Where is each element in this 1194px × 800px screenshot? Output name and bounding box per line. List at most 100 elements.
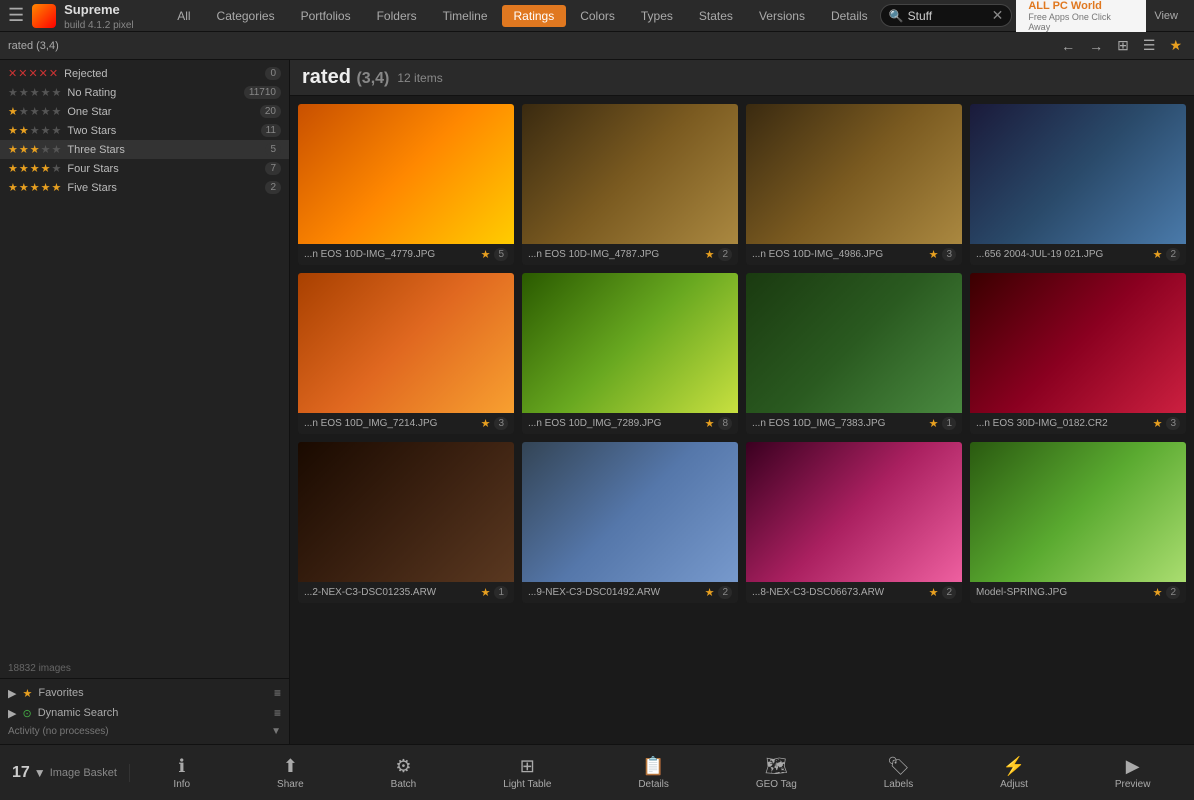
nav-tab-timeline[interactable]: Timeline	[431, 5, 500, 27]
grid-item-3[interactable]: ...656 2004-JUL-19 021.JPG★2	[970, 104, 1186, 265]
grid-item-name-2: ...n EOS 10D-IMG_4986.JPG	[752, 249, 925, 260]
basket-arrow-icon[interactable]: ▼	[34, 766, 46, 780]
forward-icon[interactable]: →	[1085, 36, 1107, 56]
basket-info: 17 ▼ Image Basket	[0, 764, 130, 782]
bottom-bar: 17 ▼ Image Basket ℹInfo ⬆Share ⚙Batch ⊞Ligh…	[0, 744, 1194, 800]
stars-one-star: ★★★★★	[8, 105, 61, 118]
details-icon: 📋	[642, 756, 664, 777]
grid-item-6[interactable]: ...n EOS 10D_IMG_7383.JPG ★1	[746, 273, 962, 434]
batch-icon: ⚙	[395, 756, 411, 777]
grid-item-5[interactable]: ...n EOS 10D_IMG_7289.JPG★8	[522, 273, 738, 434]
bottom-action-light-table[interactable]: ⊞Light Table	[495, 752, 559, 794]
nav-tab-portfolios[interactable]: Portfolios	[289, 5, 363, 27]
details-label: Details	[638, 779, 669, 790]
grid-item-9[interactable]: ...9-NEX-C3-DSC01492.ARW★2	[522, 442, 738, 603]
hamburger-menu[interactable]: ☰	[8, 5, 24, 26]
bottom-action-share[interactable]: ⬆Share	[269, 752, 312, 794]
bottom-action-labels[interactable]: 🏷Labels	[876, 752, 921, 794]
bottom-action-info[interactable]: ℹInfo	[165, 752, 198, 794]
favorite-icon[interactable]: ★	[1165, 35, 1186, 56]
bottom-action-geo-tag[interactable]: 🗺GEO Tag	[748, 752, 805, 794]
sidebar-dynamic-search[interactable]: ▶ ⊙ Dynamic Search ≡	[0, 703, 289, 723]
grid-thumb-5	[522, 273, 738, 413]
bottom-action-batch[interactable]: ⚙Batch	[383, 752, 425, 794]
grid-item-7[interactable]: ...n EOS 30D-IMG_0182.CR2★3	[970, 273, 1186, 434]
sidebar-count-five-stars: 2	[265, 181, 281, 194]
search-box: 🔍 ✕	[880, 4, 1013, 27]
info-icon: ℹ	[178, 756, 185, 777]
grid-footer-7: ...n EOS 30D-IMG_0182.CR2★3	[970, 413, 1186, 434]
nav-tab-categories[interactable]: Categories	[205, 5, 287, 27]
bottom-actions: ℹInfo ⬆Share ⚙Batch ⊞Light Table 📋 Details 🗺GE…	[130, 752, 1194, 794]
nav-tab-all[interactable]: All	[165, 5, 202, 27]
bottom-action-adjust[interactable]: ⚡ Adjust	[992, 752, 1036, 794]
nav-tab-colors[interactable]: Colors	[568, 5, 627, 27]
grid-item-star-icon-8: ★	[481, 586, 491, 599]
grid-item-star-icon-6: ★	[929, 417, 939, 430]
sidebar-item-five-stars[interactable]: ★★★★★Five Stars2	[0, 178, 289, 197]
sidebar-label-four-stars: Four Stars	[67, 163, 265, 175]
grid-item-star-count-11: 2	[1166, 586, 1180, 599]
grid-item-10[interactable]: ...8-NEX-C3-DSC06673.ARW ★2	[746, 442, 962, 603]
sidebar-item-four-stars[interactable]: ★★★★★Four Stars7	[0, 159, 289, 178]
nav-tab-ratings[interactable]: Ratings	[502, 5, 567, 27]
grid-item-star-icon-10: ★	[929, 586, 939, 599]
bottom-action-preview[interactable]: ▶Preview	[1107, 752, 1159, 794]
grid-item-2[interactable]: ...n EOS 10D-IMG_4986.JPG★3	[746, 104, 962, 265]
images-count: 18832 images	[0, 659, 289, 678]
grid-item-star-count-0: 5	[494, 248, 508, 261]
dynamic-search-icon: ⊙	[22, 707, 31, 720]
back-icon[interactable]: ←	[1057, 36, 1079, 56]
nav-tab-details[interactable]: Details	[819, 5, 880, 27]
sidebar-favorites[interactable]: ▶ ★ Favorites ≡	[0, 683, 289, 703]
favorites-star-icon: ★	[22, 687, 32, 700]
nav-tab-types[interactable]: Types	[629, 5, 685, 27]
stars-four-stars: ★★★★★	[8, 162, 61, 175]
grid-item-name-7: ...n EOS 30D-IMG_0182.CR2	[976, 418, 1149, 429]
sidebar-item-no-rating[interactable]: ★★★★★No Rating11710	[0, 83, 289, 102]
grid-item-name-5: ...n EOS 10D_IMG_7289.JPG	[528, 418, 701, 429]
grid-item-star-icon-3: ★	[1153, 248, 1163, 261]
content-title: rated (3,4)	[302, 66, 389, 89]
stars-five-stars: ★★★★★	[8, 181, 61, 194]
sidebar-item-two-stars[interactable]: ★★★★★Two Stars11	[0, 121, 289, 140]
sidebar-item-three-stars[interactable]: ★★★★★Three Stars5	[0, 140, 289, 159]
grid-item-0[interactable]: ...n EOS 10D-IMG_4779.JPG★5	[298, 104, 514, 265]
sidebar-bottom: ▶ ★ Favorites ≡ ▶ ⊙ Dynamic Search ≡ Act…	[0, 678, 289, 744]
view-options-icon[interactable]: ☰	[1139, 35, 1160, 56]
sidebar-item-one-star[interactable]: ★★★★★One Star20	[0, 102, 289, 121]
stars-three-stars: ★★★★★	[8, 143, 61, 156]
sidebar-item-rejected[interactable]: ✕✕✕✕✕Rejected0	[0, 64, 289, 83]
grid-item-4[interactable]: ...n EOS 10D_IMG_7214.JPG★3	[298, 273, 514, 434]
grid-item-star-count-10: 2	[942, 586, 956, 599]
nav-tab-folders[interactable]: Folders	[365, 5, 429, 27]
adjust-label: Adjust	[1000, 779, 1028, 790]
grid-thumb-7	[970, 273, 1186, 413]
search-input[interactable]	[908, 9, 988, 23]
sidebar-label-one-star: One Star	[67, 106, 260, 118]
preview-icon: ▶	[1126, 756, 1140, 777]
nav-tab-states[interactable]: States	[687, 5, 745, 27]
grid-thumb-6	[746, 273, 962, 413]
filter-icon[interactable]: ⊞	[1113, 35, 1133, 56]
grid-item-star-icon-4: ★	[481, 417, 491, 430]
grid-item-name-10: ...8-NEX-C3-DSC06673.ARW	[752, 587, 925, 598]
favorites-label: Favorites	[38, 687, 83, 699]
grid-item-1[interactable]: ...n EOS 10D-IMG_4787.JPG★2	[522, 104, 738, 265]
favorites-menu-icon: ≡	[274, 686, 281, 700]
activity-expand-icon[interactable]: ▼	[271, 726, 281, 737]
grid-footer-3: ...656 2004-JUL-19 021.JPG★2	[970, 244, 1186, 265]
grid-item-star-count-6: 1	[942, 417, 956, 430]
clear-search-icon[interactable]: ✕	[992, 7, 1004, 24]
grid-thumb-3	[970, 104, 1186, 244]
grid-item-11[interactable]: Model-SPRING.JPG★2	[970, 442, 1186, 603]
grid-item-name-6: ...n EOS 10D_IMG_7383.JPG	[752, 418, 925, 429]
adjust-icon: ⚡	[1003, 756, 1025, 777]
view-button[interactable]: View	[1146, 8, 1186, 24]
grid-footer-4: ...n EOS 10D_IMG_7214.JPG★3	[298, 413, 514, 434]
grid-item-star-count-5: 8	[718, 417, 732, 430]
grid-item-8[interactable]: ...2-NEX-C3-DSC01235.ARW★1	[298, 442, 514, 603]
grid-item-star-count-4: 3	[494, 417, 508, 430]
bottom-action-details[interactable]: 📋 Details	[630, 752, 677, 794]
nav-tab-versions[interactable]: Versions	[747, 5, 817, 27]
